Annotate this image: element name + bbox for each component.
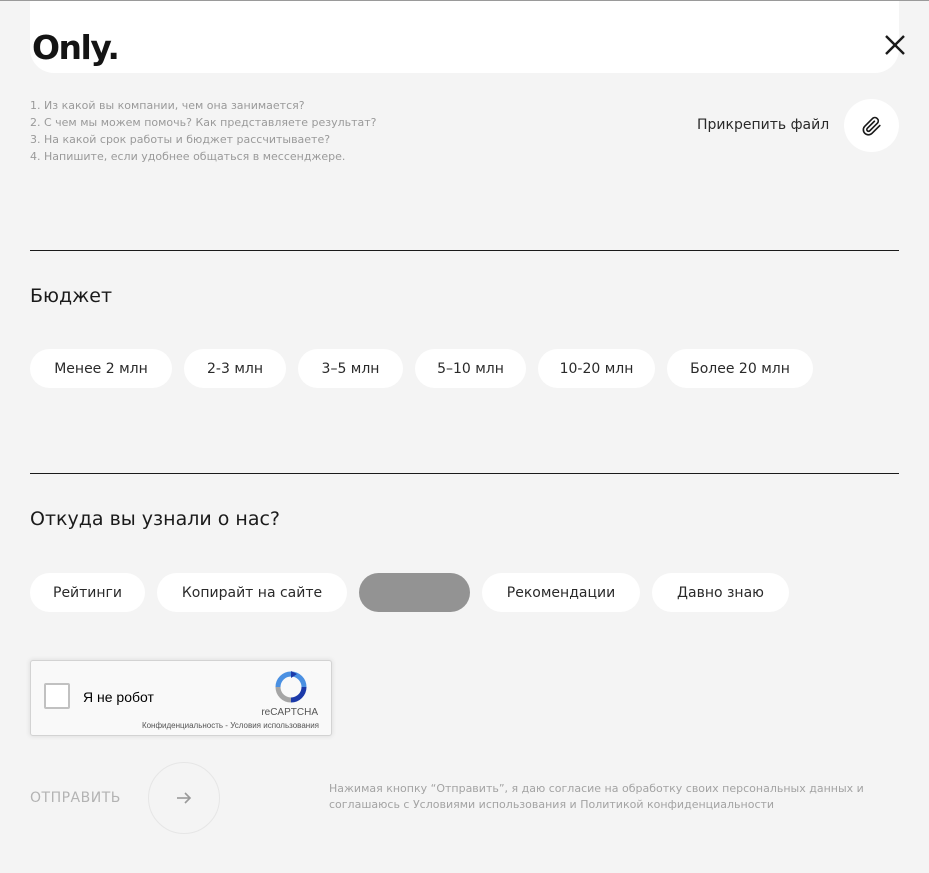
consent-text: Нажимая кнопку “Отправить”, я даю соглас… xyxy=(329,782,864,811)
submit-label[interactable]: ОТПРАВИТЬ xyxy=(30,788,121,808)
budget-divider xyxy=(30,473,899,474)
source-option[interactable]: Давно знаю xyxy=(652,573,789,612)
hint-line: 4. Напишите, если удобнее общаться в мес… xyxy=(30,150,346,163)
recaptcha-checkbox[interactable] xyxy=(44,683,70,709)
message-hints[interactable]: 1. Из какой вы компании, чем она занимае… xyxy=(30,97,377,165)
recaptcha-brand: reCAPTCHA xyxy=(261,707,318,718)
logo[interactable]: Only. xyxy=(32,28,120,68)
budget-option[interactable]: Менее 2 млн xyxy=(30,349,172,388)
recaptcha-links[interactable]: Конфиденциальность - Условия использован… xyxy=(142,721,319,730)
header-bar xyxy=(30,1,899,73)
source-title: Откуда вы узнали о нас? xyxy=(30,508,281,530)
source-option-selected[interactable] xyxy=(359,573,470,612)
message-divider xyxy=(30,250,899,251)
budget-options: Менее 2 млн 2-3 млн 3–5 млн 5–10 млн 10-… xyxy=(30,349,813,388)
hint-line: 1. Из какой вы компании, чем она занимае… xyxy=(30,99,305,112)
submit-button[interactable] xyxy=(148,762,220,834)
source-option[interactable]: Рекомендации xyxy=(482,573,640,612)
recaptcha-widget: Я не робот reCAPTCHA Конфиденциальность … xyxy=(30,660,332,736)
budget-option[interactable]: 5–10 млн xyxy=(415,349,526,388)
attach-file-button[interactable] xyxy=(844,99,899,152)
recaptcha-label: Я не робот xyxy=(83,689,154,705)
arrow-right-icon xyxy=(177,792,192,804)
hint-line: 3. На какой срок работы и бюджет рассчит… xyxy=(30,133,331,146)
close-button[interactable] xyxy=(880,30,910,60)
hint-line: 2. С чем мы можем помочь? Как представля… xyxy=(30,116,377,129)
budget-option[interactable]: 3–5 млн xyxy=(298,349,403,388)
paperclip-icon xyxy=(862,116,881,136)
attach-file-label[interactable]: Прикрепить файл xyxy=(697,115,829,135)
budget-option[interactable]: Более 20 млн xyxy=(667,349,813,388)
budget-option[interactable]: 2-3 млн xyxy=(184,349,286,388)
source-options: Рейтинги Копирайт на сайте Рекомендации … xyxy=(30,573,789,612)
budget-title: Бюджет xyxy=(30,285,113,307)
recaptcha-logo-icon xyxy=(275,671,307,703)
source-option[interactable]: Рейтинги xyxy=(30,573,145,612)
close-icon xyxy=(885,35,905,55)
source-option[interactable]: Копирайт на сайте xyxy=(157,573,347,612)
budget-option[interactable]: 10-20 млн xyxy=(538,349,655,388)
